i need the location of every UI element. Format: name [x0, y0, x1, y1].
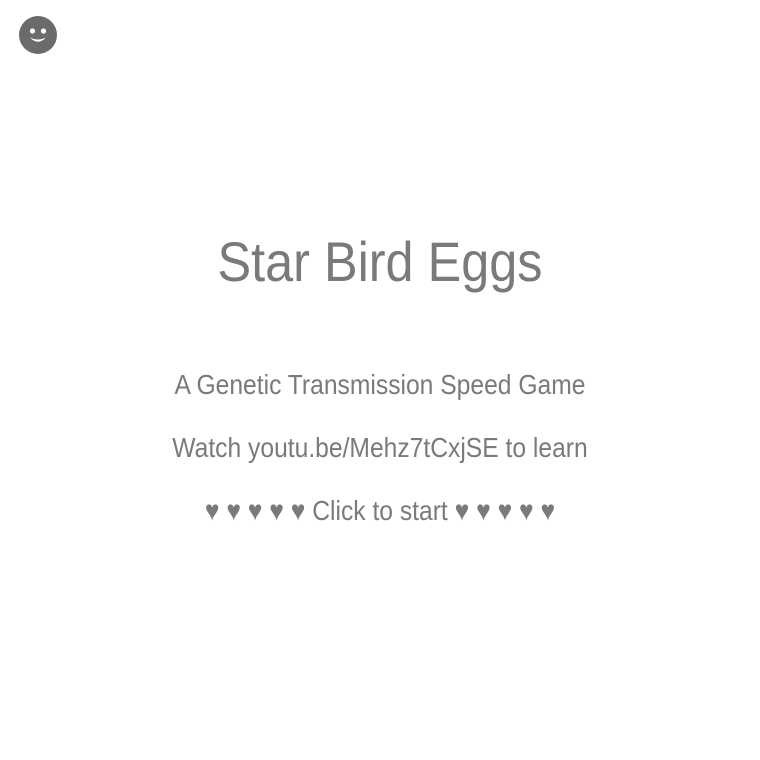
- start-label[interactable]: Click to start: [312, 495, 448, 526]
- game-subtitle: A Genetic Transmission Speed Game: [174, 369, 586, 400]
- start-prompt[interactable]: ♥ ♥ ♥ ♥ ♥ Click to start ♥ ♥ ♥ ♥ ♥: [46, 493, 715, 529]
- hearts-right: ♥ ♥ ♥ ♥ ♥: [454, 495, 556, 526]
- smiley-face-icon[interactable]: [19, 16, 57, 54]
- learn-link-text: Watch youtu.be/Mehz7tCxjSE to learn: [172, 432, 588, 463]
- hearts-left: ♥ ♥ ♥ ♥ ♥: [204, 495, 306, 526]
- game-start-screen[interactable]: Star Bird Eggs A Genetic Transmission Sp…: [0, 0, 760, 760]
- game-title: Star Bird Eggs: [217, 230, 543, 293]
